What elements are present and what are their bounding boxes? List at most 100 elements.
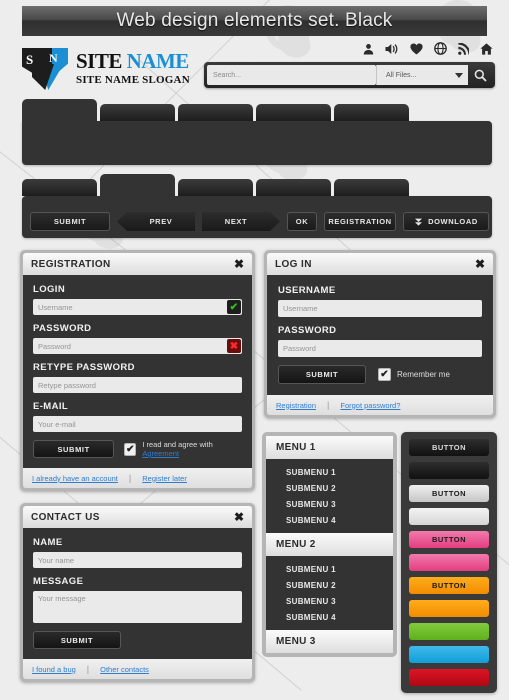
other-contacts-link[interactable]: Other contacts (100, 665, 149, 674)
color-button-pink-2[interactable] (409, 554, 489, 571)
agreement-checkbox[interactable]: ✔ (124, 442, 137, 456)
registration-body: LOGIN Username ✔ PASSWORD Password ✖ RETYP… (23, 275, 252, 468)
heart-icon[interactable] (410, 43, 423, 55)
login-password-label: PASSWORD (278, 325, 337, 336)
forgot-password-link[interactable]: Forgot password? (340, 401, 400, 410)
password-input[interactable]: Password ✖ (33, 338, 242, 354)
search-filter-value: All Files... (386, 71, 417, 79)
agreement-link[interactable]: Agreement (142, 449, 179, 458)
color-button-light-2[interactable] (409, 508, 489, 525)
color-button-green[interactable] (409, 623, 489, 640)
username-input[interactable]: Username (278, 300, 482, 317)
next-button[interactable]: NEXT (202, 212, 280, 231)
menu-header-2[interactable]: MENU 2 (266, 533, 393, 556)
menu-panel: MENU 1 SUBMENU 1 SUBMENU 2 SUBMENU 3 SUB… (262, 432, 397, 657)
close-icon[interactable]: ✖ (234, 511, 244, 523)
email-label: E-MAIL (33, 401, 69, 412)
agreement-label: I read and agree with Agreement (142, 440, 242, 458)
tab-2-2[interactable] (100, 174, 175, 196)
menu-body-1: SUBMENU 1 SUBMENU 2 SUBMENU 3 SUBMENU 4 (266, 459, 393, 533)
registration-title: REGISTRATION (31, 258, 111, 270)
site-header: S N SITE NAME SITE NAME SLOGAN Search...… (0, 40, 509, 96)
retype-password-input[interactable]: Retype password (33, 377, 242, 393)
menu-item[interactable]: SUBMENU 4 (266, 512, 393, 528)
registration-titlebar: REGISTRATION ✖ (23, 253, 252, 275)
user-icon[interactable] (363, 43, 374, 55)
tab-2-4[interactable] (256, 179, 331, 196)
registration-submit-button[interactable]: SUBMIT (33, 440, 115, 458)
login-input[interactable]: Username ✔ (33, 299, 242, 315)
color-button-orange-1[interactable]: BUTTON (409, 577, 489, 594)
email-input[interactable]: Your e-mail (33, 416, 242, 432)
login-body: USERNAME Username PASSWORD Password SUBM… (267, 275, 493, 395)
logo[interactable]: S N SITE NAME SITE NAME SLOGAN (22, 46, 190, 90)
prev-button[interactable]: PREV (117, 212, 195, 231)
search-input[interactable]: Search... (207, 65, 376, 85)
search-filter-select[interactable]: All Files... (376, 65, 468, 85)
tab-1-5[interactable] (334, 104, 409, 121)
tab-1-3[interactable] (178, 104, 253, 121)
color-button-light-1[interactable]: BUTTON (409, 485, 489, 502)
speaker-icon[interactable] (385, 43, 399, 55)
already-have-account-link[interactable]: I already have an account (32, 474, 118, 483)
password-label: PASSWORD (33, 323, 92, 334)
menu-item[interactable]: SUBMENU 1 (266, 561, 393, 577)
rss-icon[interactable] (458, 42, 469, 55)
download-button-label: DOWNLOAD (428, 217, 478, 226)
found-bug-link[interactable]: I found a bug (32, 665, 76, 674)
contact-submit-button[interactable]: SUBMIT (33, 631, 121, 649)
agreement-checkbox-row[interactable]: ✔ I read and agree with Agreement (124, 440, 242, 458)
menu-item[interactable]: SUBMENU 1 (266, 464, 393, 480)
name-input[interactable]: Your name (33, 552, 242, 568)
menu-header-1[interactable]: MENU 1 (266, 436, 393, 459)
login-password-input[interactable]: Password (278, 340, 482, 357)
home-icon[interactable] (480, 42, 493, 55)
tab-panel-1-body (22, 121, 492, 165)
remember-me-checkbox[interactable]: ✔ (378, 368, 391, 381)
footer-divider: | (86, 664, 90, 674)
search-icon (474, 69, 487, 82)
search-bar[interactable]: Search... All Files... (204, 62, 495, 88)
submit-button[interactable]: SUBMIT (30, 212, 110, 231)
menu-item[interactable]: SUBMENU 2 (266, 480, 393, 496)
tab-2-5[interactable] (334, 179, 409, 196)
color-button-orange-2[interactable] (409, 600, 489, 617)
globe-icon[interactable] (434, 42, 447, 55)
tab-1-4[interactable] (256, 104, 331, 121)
contact-titlebar: CONTACT US ✖ (23, 506, 252, 528)
remember-me-row[interactable]: ✔ Remember me (378, 368, 450, 381)
menu-item[interactable]: SUBMENU 3 (266, 593, 393, 609)
menu-item[interactable]: SUBMENU 3 (266, 496, 393, 512)
tab-1-1[interactable] (22, 99, 97, 121)
ok-button[interactable]: OK (287, 212, 317, 231)
header-icon-bar (363, 42, 493, 55)
contact-footer: I found a bug | Other contacts (23, 659, 252, 679)
valid-badge-icon: ✔ (227, 300, 241, 314)
color-button-dark-1[interactable]: BUTTON (409, 439, 489, 456)
color-button-pink-1[interactable]: BUTTON (409, 531, 489, 548)
close-icon[interactable]: ✖ (475, 258, 485, 270)
close-icon[interactable]: ✖ (234, 258, 244, 270)
tabstrip-1 (22, 99, 409, 121)
menu-header-3[interactable]: MENU 3 (266, 630, 393, 653)
message-textarea[interactable]: Your message (33, 591, 242, 623)
menu-body-2: SUBMENU 1 SUBMENU 2 SUBMENU 3 SUBMENU 4 (266, 556, 393, 630)
menu-item[interactable]: SUBMENU 4 (266, 609, 393, 625)
tab-2-3[interactable] (178, 179, 253, 196)
color-button-dark-2[interactable] (409, 462, 489, 479)
tab-2-1[interactable] (22, 179, 97, 196)
logo-slogan: SITE NAME SLOGAN (76, 73, 190, 86)
logo-mark-icon: S N (22, 46, 68, 90)
tab-1-2[interactable] (100, 104, 175, 121)
registration-footer: I already have an account | Register lat… (23, 468, 252, 488)
download-button[interactable]: DOWNLOAD (403, 212, 489, 231)
message-label: MESSAGE (33, 576, 84, 587)
search-button[interactable] (468, 65, 492, 85)
registration-button[interactable]: REGISTRATION (324, 212, 396, 231)
color-button-blue[interactable] (409, 646, 489, 663)
login-submit-button[interactable]: SUBMIT (278, 365, 366, 384)
registration-link[interactable]: Registration (276, 401, 316, 410)
color-button-red[interactable] (409, 669, 489, 686)
menu-item[interactable]: SUBMENU 2 (266, 577, 393, 593)
register-later-link[interactable]: Register later (142, 474, 187, 483)
